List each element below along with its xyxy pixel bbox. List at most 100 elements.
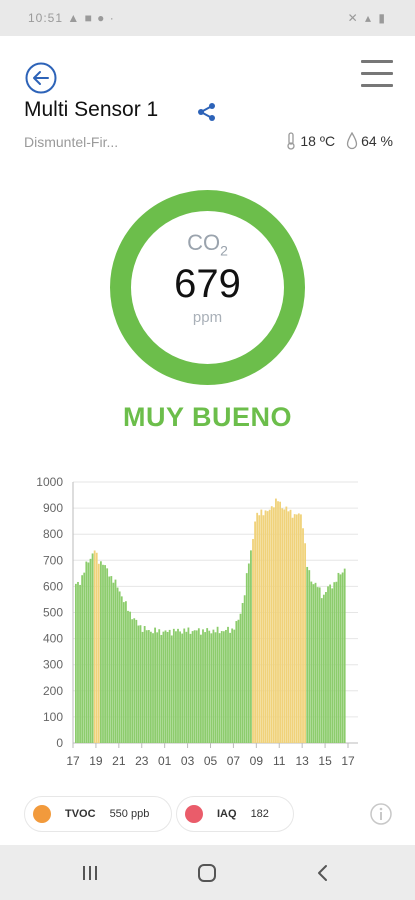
device-location: Dismuntel-Fir... [24, 134, 119, 150]
chart-bar [118, 591, 121, 743]
chart-bar [97, 563, 100, 743]
chart-bar [250, 550, 252, 743]
chart-bar [200, 634, 202, 743]
co2-value: 679 [174, 262, 241, 306]
chart-bar [179, 631, 181, 743]
temperature-value: 18 ºC [300, 133, 336, 149]
chart-bar [275, 498, 277, 743]
chart-bar [93, 550, 96, 743]
y-tick-label: 600 [43, 579, 63, 593]
chart-bar [152, 633, 154, 743]
device-name: Multi Sensor 1 [24, 98, 159, 121]
chart-bar [256, 512, 259, 743]
chart-bar [135, 619, 138, 743]
recents-icon[interactable] [80, 863, 100, 883]
chart-bar [154, 627, 156, 743]
chart-bar [266, 511, 269, 743]
hamburger-menu-icon[interactable] [361, 60, 393, 88]
chart-bar [295, 514, 298, 743]
chart-bar [339, 574, 342, 743]
chart-bar [108, 576, 111, 743]
home-icon[interactable] [197, 863, 217, 883]
chart-bar [147, 630, 150, 743]
chart-bar [204, 632, 206, 743]
chart-bar [314, 582, 317, 743]
chart-bar [337, 572, 340, 743]
chart-bar [335, 581, 338, 743]
share-icon[interactable] [196, 101, 218, 123]
chart-bar [227, 626, 229, 743]
iaq-chip[interactable]: IAQ 182 [176, 796, 294, 832]
chart-bar [164, 630, 167, 743]
chart-bar [252, 539, 254, 743]
tvoc-color-dot [33, 805, 51, 823]
status-bar: 10:51 ▲ ■ ● · ✕ ▴ ▮ [0, 0, 415, 36]
chart-bar [185, 631, 188, 743]
iaq-value: 182 [250, 808, 269, 820]
chart-bar [320, 598, 323, 743]
tvoc-name: TVOC [65, 808, 96, 820]
chart-bar [175, 631, 177, 743]
chart-bar [322, 594, 325, 743]
chart-bar [100, 561, 102, 743]
chart-bar [225, 629, 227, 743]
back-nav-icon[interactable] [313, 863, 333, 883]
iaq-color-dot [185, 805, 203, 823]
chart-bar [77, 581, 79, 743]
chart-bar [327, 586, 329, 743]
chart-bar [218, 633, 221, 743]
chart-bar [120, 596, 123, 743]
tvoc-chip[interactable]: TVOC 550 ppb [24, 796, 172, 832]
status-left: 10:51 ▲ ■ ● · [28, 11, 115, 25]
y-tick-label: 500 [43, 606, 63, 620]
chart-bar [81, 575, 84, 743]
x-tick-label: 03 [181, 754, 195, 768]
chart-bar [197, 628, 200, 743]
chart-bar [235, 621, 238, 743]
chart-bar [206, 628, 209, 743]
chart-bar [129, 611, 131, 743]
chart-bar [308, 570, 311, 743]
back-arrow-icon[interactable] [25, 62, 57, 94]
gauge-label-sub: 2 [220, 242, 228, 259]
chart-bar [122, 602, 125, 743]
chart-bar [166, 631, 169, 743]
droplet-icon [346, 132, 358, 150]
chart-bar [304, 543, 306, 743]
chart-bar [285, 506, 288, 743]
x-tick-label: 21 [112, 754, 126, 768]
x-tick-label: 01 [158, 754, 172, 768]
chart-bar [208, 630, 211, 743]
chart-bar [283, 509, 286, 743]
chart-bar [222, 631, 225, 743]
x-tick-label: 05 [204, 754, 218, 768]
x-tick-label: 15 [318, 754, 332, 768]
x-tick-label: 07 [227, 754, 241, 768]
chart-bar [212, 629, 215, 743]
chart-bar [233, 629, 236, 743]
chart-bar [106, 568, 109, 743]
info-icon[interactable] [370, 803, 392, 825]
chart-bar [139, 625, 142, 743]
thermometer-icon [287, 132, 296, 150]
chart-bar [110, 576, 113, 743]
chart-bar [310, 581, 313, 743]
chart-bar [333, 582, 336, 743]
y-tick-label: 200 [43, 684, 63, 698]
chart-bar [229, 632, 231, 743]
chart-bar [125, 601, 127, 743]
chart-bar [331, 588, 334, 743]
chart-bar [239, 613, 242, 743]
chart-bar [279, 501, 281, 743]
chart-bar [141, 631, 144, 743]
chart-bar [214, 632, 217, 743]
chart-bar [116, 587, 119, 743]
chart-bar [243, 595, 246, 743]
chart-bar [83, 572, 86, 743]
x-tick-label: 19 [89, 754, 103, 768]
chart-bar [85, 561, 88, 743]
chart-bar [343, 568, 346, 743]
chart-bar [95, 552, 98, 743]
chart-bar [272, 507, 275, 743]
chart-bar [195, 630, 198, 743]
